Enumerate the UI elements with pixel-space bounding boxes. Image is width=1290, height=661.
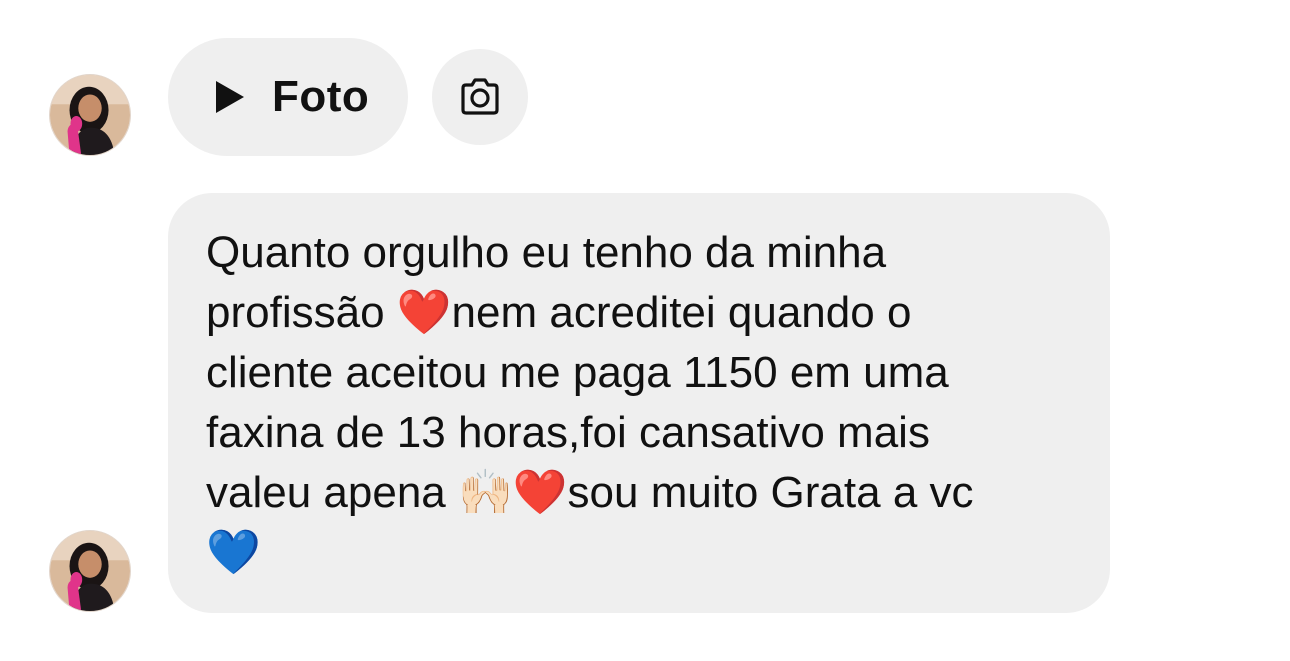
chat-thread: Foto Quanto orgulho eu tenho da minha pr… [0,0,1290,661]
message-bubble[interactable]: Quanto orgulho eu tenho da minha profiss… [168,193,1110,613]
avatar-photo [50,531,130,611]
message-text: Quanto orgulho eu tenho da minha profiss… [206,228,974,577]
photo-attachment-button[interactable]: Foto [168,38,408,156]
camera-icon [461,78,499,115]
avatar-photo [50,75,130,155]
play-icon [216,81,244,113]
sender-avatar[interactable] [49,74,131,156]
photo-attachment-label: Foto [272,72,370,121]
camera-button[interactable] [432,49,528,145]
sender-avatar[interactable] [49,530,131,612]
